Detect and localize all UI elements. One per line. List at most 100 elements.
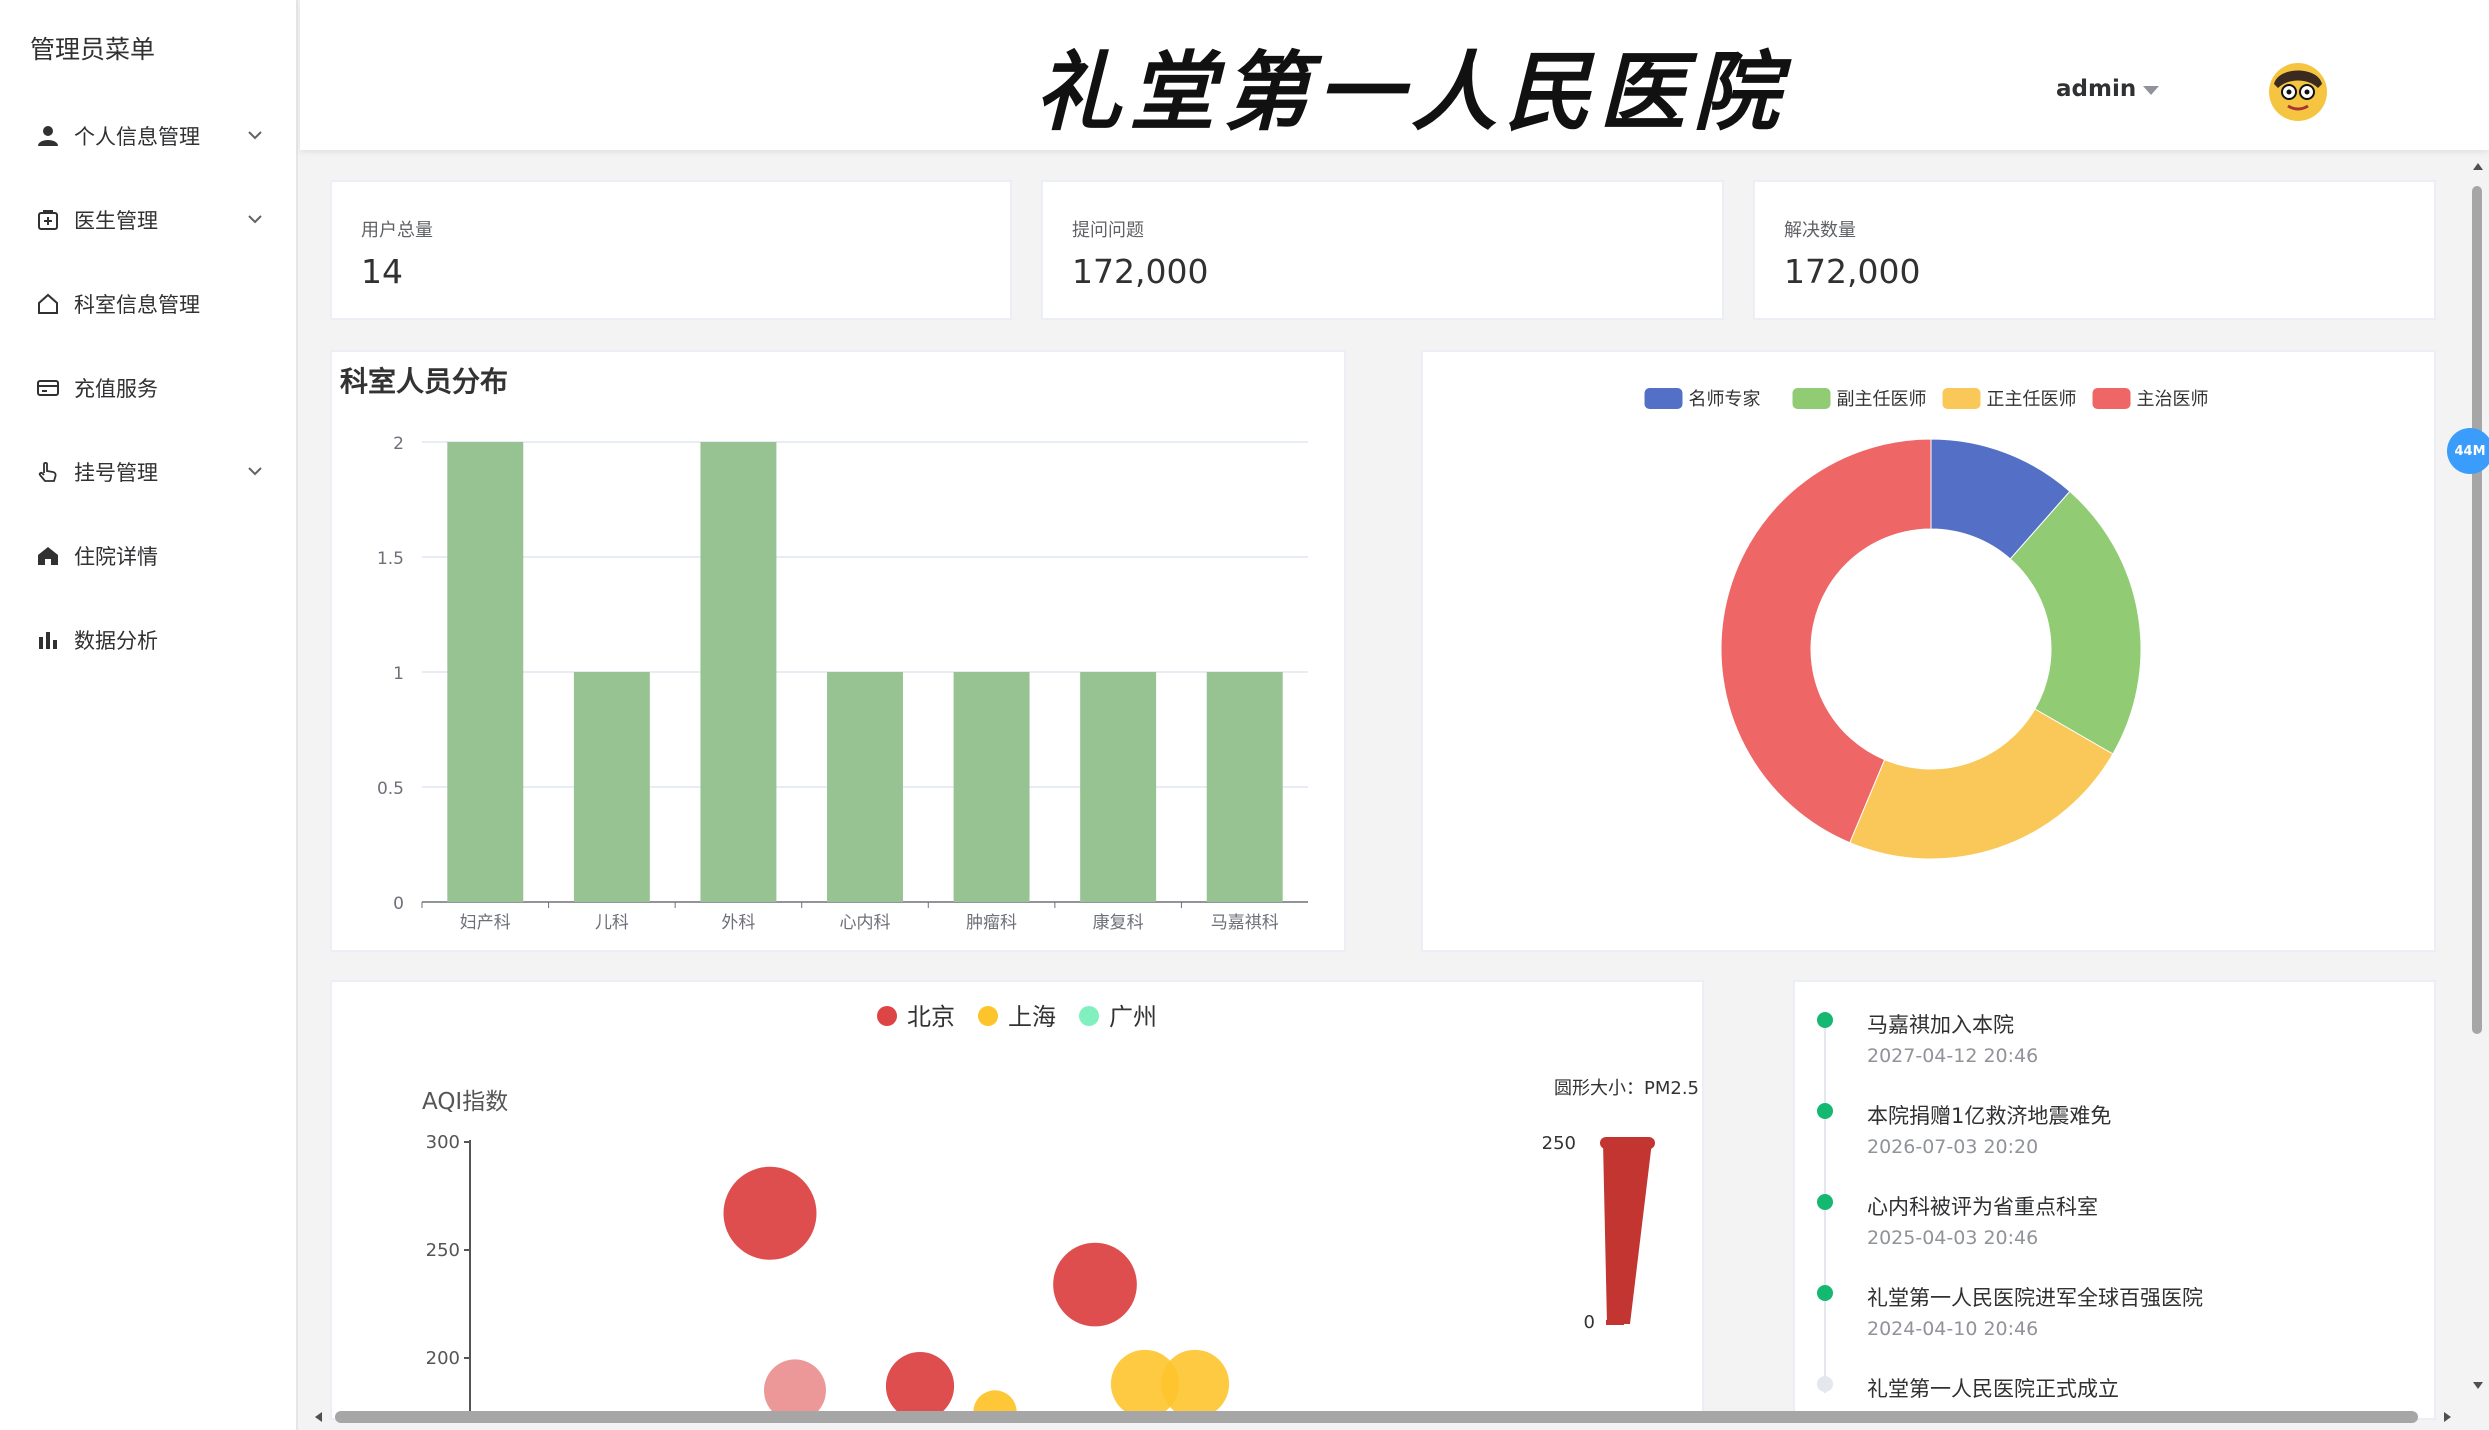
bar[interactable] [573,672,650,902]
timeline-item-text: 本院捐赠1亿救济地震难免 [1867,1104,2112,1128]
chevron-down-icon [248,467,262,476]
legend-label[interactable]: 北京 [907,1003,955,1031]
legend-label[interactable]: 名师专家 [1689,389,1761,410]
x-tick-label: 外科 [721,913,755,933]
legend-label[interactable]: 副主任医师 [1837,389,1927,410]
scatter-point[interactable] [764,1359,826,1418]
bar[interactable] [1080,672,1157,902]
timeline-item-text: 心内科被评为省重点科室 [1867,1195,2098,1219]
timeline-item-text: 马嘉祺加入本院 [1867,1013,2014,1037]
chevron-down-icon [248,131,262,140]
stat-card-users: 用户总量 14 [330,180,1012,320]
menu-title: 管理员菜单 [30,35,156,64]
y-axis-label: AQI指数 [422,1089,508,1115]
bar[interactable] [827,672,903,902]
sidebar-item-personal-info[interactable]: 个人信息管理 [0,94,296,178]
timeline-card: 马嘉祺加入本院 2027-04-12 20:46 本院捐赠1亿救济地震难免 20… [1793,980,2436,1420]
visual-map-min: 0 [1584,1312,1595,1333]
user-name[interactable]: admin [2056,76,2136,102]
user-dropdown-caret-icon[interactable] [2143,86,2159,95]
y-tick-label: 250 [426,1240,460,1261]
vertical-scrollbar-thumb[interactable] [2472,186,2482,1034]
visual-map-max: 250 [1542,1133,1576,1154]
timeline-item-time: 2024-04-10 20:46 [1867,1318,2039,1340]
legend-dot[interactable] [978,1006,998,1026]
legend-label[interactable]: 上海 [1008,1003,1056,1031]
y-tick-label: 1 [393,664,404,684]
y-tick-label: 0 [393,894,404,914]
sidebar-item-label: 数据分析 [74,629,158,653]
sidebar-item-analytics[interactable]: 数据分析 [0,598,296,682]
timeline-item-time: 2026-07-03 20:20 [1867,1136,2039,1158]
legend-swatch[interactable] [1942,388,1981,409]
scatter-point[interactable] [885,1351,955,1418]
scatter-point[interactable] [1053,1242,1137,1327]
donut-chart-card: 名师专家 副主任医师 正主任医师 主治医师 [1421,350,2436,952]
scroll-down-arrow-icon[interactable] [2470,1378,2486,1394]
sidebar-item-label: 科室信息管理 [74,293,200,317]
legend-swatch[interactable] [1792,388,1831,409]
y-tick-label: 2 [393,434,404,454]
visual-map-handle-bottom[interactable] [1606,1320,1624,1325]
x-tick-label: 妇产科 [460,913,511,933]
stat-card-questions: 提问问题 172,000 [1041,180,1724,320]
legend-dot[interactable] [1079,1006,1099,1026]
visual-map-bar[interactable] [1603,1142,1652,1324]
x-tick-label: 马嘉祺科 [1211,913,1279,933]
legend-label[interactable]: 广州 [1109,1003,1157,1031]
sidebar-item-label: 充值服务 [74,377,158,401]
bar[interactable] [953,672,1030,902]
floating-memory-badge[interactable]: 44M [2447,428,2489,474]
scatter-chart-card: 北京 上海 广州 AQI指数 200 250 300 圆形大小：PM2.5 250 0 [330,980,1704,1420]
sidebar-item-label: 住院详情 [74,545,158,569]
scroll-up-arrow-icon[interactable] [2470,158,2486,174]
sidebar-item-department[interactable]: 科室信息管理 [0,262,296,346]
x-tick-label: 肿瘤科 [966,913,1017,933]
sidebar-item-doctor[interactable]: 医生管理 [0,178,296,262]
legend-dot[interactable] [877,1006,897,1026]
y-tick-label: 300 [426,1132,460,1153]
legend-swatch[interactable] [2092,388,2131,409]
timeline-dot [1817,1103,1833,1119]
chevron-down-icon [248,215,262,224]
stat-value: 14 [361,252,403,291]
scroll-left-arrow-icon[interactable] [310,1409,326,1425]
scatter-point[interactable] [1160,1349,1230,1418]
visual-map-label: 圆形大小：PM2.5 [1554,1078,1699,1099]
legend-label[interactable]: 主治医师 [2137,389,2209,410]
bar[interactable] [447,442,524,902]
bar-chart: 0 0.5 1 1.5 2 妇产科 儿科 外科 心内科 肿瘤科 康复科 马嘉祺科 [377,434,1308,933]
stat-value: 172,000 [1072,252,1209,291]
avatar[interactable] [2268,62,2328,122]
y-tick-label: 1.5 [377,549,404,569]
sidebar: 管理员菜单 个人信息管理 医生管理 科室信息管理 充值服务 挂号管理 住院详情 … [0,0,298,1430]
sidebar-item-hospitalization[interactable]: 住院详情 [0,514,296,598]
scroll-right-arrow-icon[interactable] [2440,1409,2456,1425]
visual-map-handle-top[interactable] [1600,1137,1655,1149]
house-outline-icon [35,292,60,317]
scatter-chart: 北京 上海 广州 AQI指数 200 250 300 圆形大小：PM2.5 250 0 [422,1003,1699,1418]
sidebar-item-label: 医生管理 [74,209,158,233]
timeline-dot [1817,1194,1833,1210]
sidebar-item-registration[interactable]: 挂号管理 [0,430,296,514]
sidebar-item-recharge[interactable]: 充值服务 [0,346,296,430]
bar[interactable] [1206,672,1283,902]
bar[interactable] [700,442,777,902]
timeline-item-text: 礼堂第一人民医院进军全球百强医院 [1867,1286,2203,1310]
scatter-point[interactable] [723,1166,817,1260]
bar-chart-card: 科室人员分布 0 0.5 1 1.5 2 妇产科 儿科 外科 心内科 肿瘤科 康复科 马嘉祺科 [330,350,1346,952]
y-tick-label: 0.5 [377,779,404,799]
top-header: 礼堂第一人民医院 admin [300,0,2489,150]
legend-label[interactable]: 正主任医师 [1987,389,2077,410]
user-icon [35,124,60,149]
timeline-dot [1817,1012,1833,1028]
horizontal-scrollbar-thumb[interactable] [335,1411,2418,1423]
x-tick-label: 心内科 [840,913,891,933]
x-tick-label: 康复科 [1093,913,1144,933]
medical-box-icon [35,208,60,233]
timeline-item-time: 2027-04-12 20:46 [1867,1045,2039,1067]
donut-slice[interactable] [1849,708,2114,860]
legend-swatch[interactable] [1644,388,1683,409]
stat-label: 提问问题 [1072,220,1144,241]
pointer-hand-icon [35,460,60,485]
